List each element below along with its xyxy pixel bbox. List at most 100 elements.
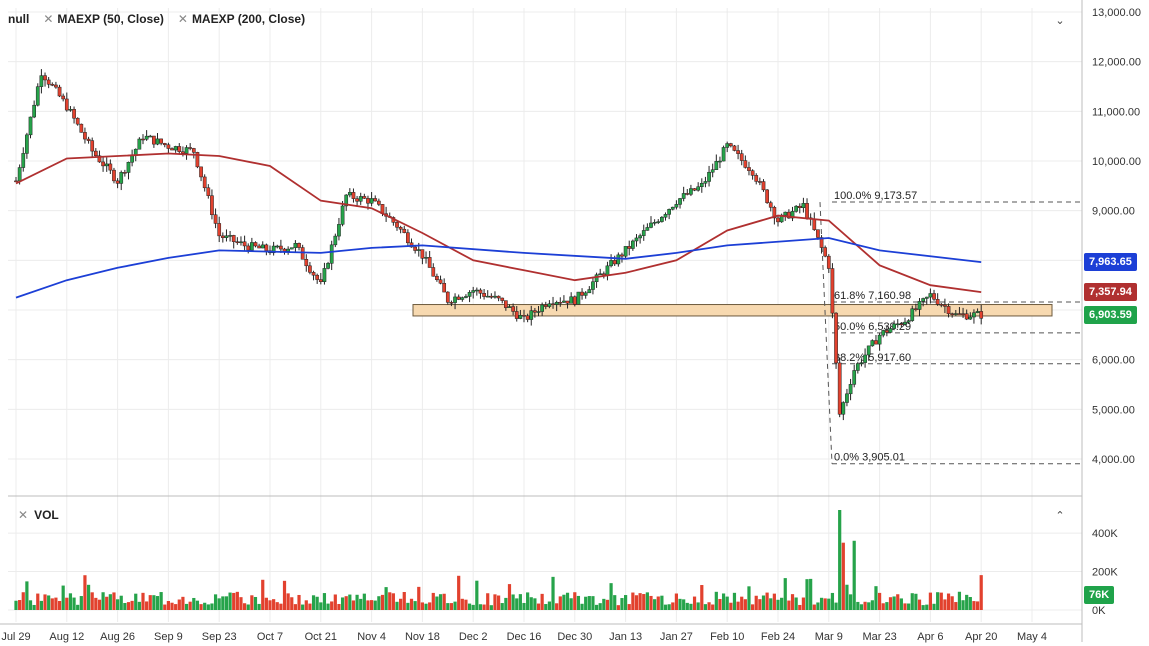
y-tick-label: 11,000.00 <box>1092 106 1140 118</box>
candle-body <box>14 180 18 183</box>
candle-body <box>852 370 857 385</box>
volume-bar <box>243 603 247 610</box>
volume-bar <box>253 596 258 610</box>
volume-bar <box>667 604 671 610</box>
volume-bar <box>718 598 722 610</box>
chevron-up-icon[interactable]: ⌃ <box>1053 509 1067 523</box>
candle-body <box>152 135 156 145</box>
candle-body <box>801 203 806 208</box>
candle-body <box>224 235 229 238</box>
volume-bar <box>819 597 824 610</box>
candle-body <box>416 249 421 251</box>
volume-bar <box>72 597 76 610</box>
candle-body <box>220 235 225 238</box>
candle-body <box>137 138 142 150</box>
candle-body <box>141 138 145 141</box>
volume-bar <box>932 603 936 610</box>
volume-bar <box>573 592 577 610</box>
candle-body <box>928 293 933 298</box>
volume-bar <box>417 586 421 610</box>
volume-bar <box>293 604 297 610</box>
candle-body <box>917 301 922 310</box>
volume-bar <box>250 595 254 610</box>
candle-body <box>406 232 410 244</box>
candle-body <box>674 204 679 208</box>
candle-body <box>86 138 91 141</box>
volume-bar <box>794 597 798 610</box>
y-tick-label: 6,000.00 <box>1092 355 1135 367</box>
candle-body <box>467 292 472 297</box>
x-tick-label: Dec 30 <box>557 631 592 643</box>
candle-body <box>115 180 120 184</box>
x-tick-label: Dec 2 <box>459 631 488 643</box>
candle-body <box>460 297 465 300</box>
candle-body <box>90 140 95 152</box>
volume-bar <box>511 594 515 610</box>
candle-body <box>39 75 44 87</box>
volume-bar <box>449 603 454 610</box>
close-icon[interactable]: ✕ <box>18 508 28 522</box>
volume-bar <box>25 581 29 610</box>
x-tick-label: Nov 18 <box>405 631 440 643</box>
close-icon[interactable]: ✕ <box>178 12 188 26</box>
candle-body <box>750 170 755 176</box>
candle-body <box>126 161 131 173</box>
volume-bar <box>544 604 548 610</box>
candle-body <box>975 311 980 313</box>
candle-body <box>442 283 447 293</box>
volume-bar <box>936 592 940 610</box>
volume-bar <box>754 595 758 610</box>
candle-body <box>228 235 232 237</box>
candle-body <box>318 279 323 282</box>
volume-bar <box>888 597 893 610</box>
volume-bar <box>282 580 287 610</box>
volume-bar <box>65 597 69 610</box>
volume-bar <box>696 602 700 610</box>
candle-body <box>623 246 628 257</box>
volume-bar <box>152 595 156 610</box>
ma50-legend[interactable]: ✕ MAEXP (50, Close) <box>43 12 164 26</box>
candle-body <box>373 198 378 202</box>
volume-bar <box>769 598 773 610</box>
volume-bar <box>834 602 838 610</box>
volume-bar <box>166 600 170 610</box>
x-tick-label: Apr 20 <box>965 631 997 643</box>
trading-chart[interactable]: 100.0% 9,173.57 61.8% 7,160.98 50.0% 6,539… <box>0 0 1149 646</box>
candle-body <box>297 243 301 248</box>
volume-bar <box>435 596 439 610</box>
ma200-line <box>15 237 982 299</box>
candle-body <box>845 393 849 403</box>
volume-bar <box>874 586 878 610</box>
volume-bar <box>555 603 559 610</box>
candle-body <box>943 304 947 307</box>
x-tick-label: Nov 4 <box>357 631 386 643</box>
volume-bar <box>740 596 744 610</box>
candle-body <box>547 303 552 307</box>
volume-bar <box>863 601 867 610</box>
chevron-down-icon[interactable]: ⌄ <box>1053 14 1067 28</box>
ma200-legend[interactable]: ✕ MAEXP (200, Close) <box>178 12 305 26</box>
candle-body <box>489 295 494 298</box>
candle-body <box>311 272 316 276</box>
volume-bar <box>921 605 925 610</box>
candle-body <box>83 132 87 140</box>
volume-bar <box>692 596 697 610</box>
close-icon[interactable]: ✕ <box>43 12 53 26</box>
volume-bar <box>192 597 196 610</box>
volume-bar <box>714 591 718 610</box>
candle-body <box>663 214 668 218</box>
candle-body <box>79 123 84 133</box>
volume-bar <box>213 594 218 610</box>
volume-bar <box>170 602 174 610</box>
y-tick-label: 4,000.00 <box>1092 454 1135 466</box>
volume-bar <box>446 603 450 610</box>
volume-bar <box>105 596 109 610</box>
candle-body <box>638 235 642 239</box>
candle-body <box>855 363 860 371</box>
candle-body <box>895 323 900 326</box>
volume-bar <box>297 594 301 610</box>
candle-body <box>340 205 345 225</box>
candle-body <box>699 183 704 187</box>
candle-body <box>645 227 650 231</box>
volume-bar <box>141 592 145 610</box>
